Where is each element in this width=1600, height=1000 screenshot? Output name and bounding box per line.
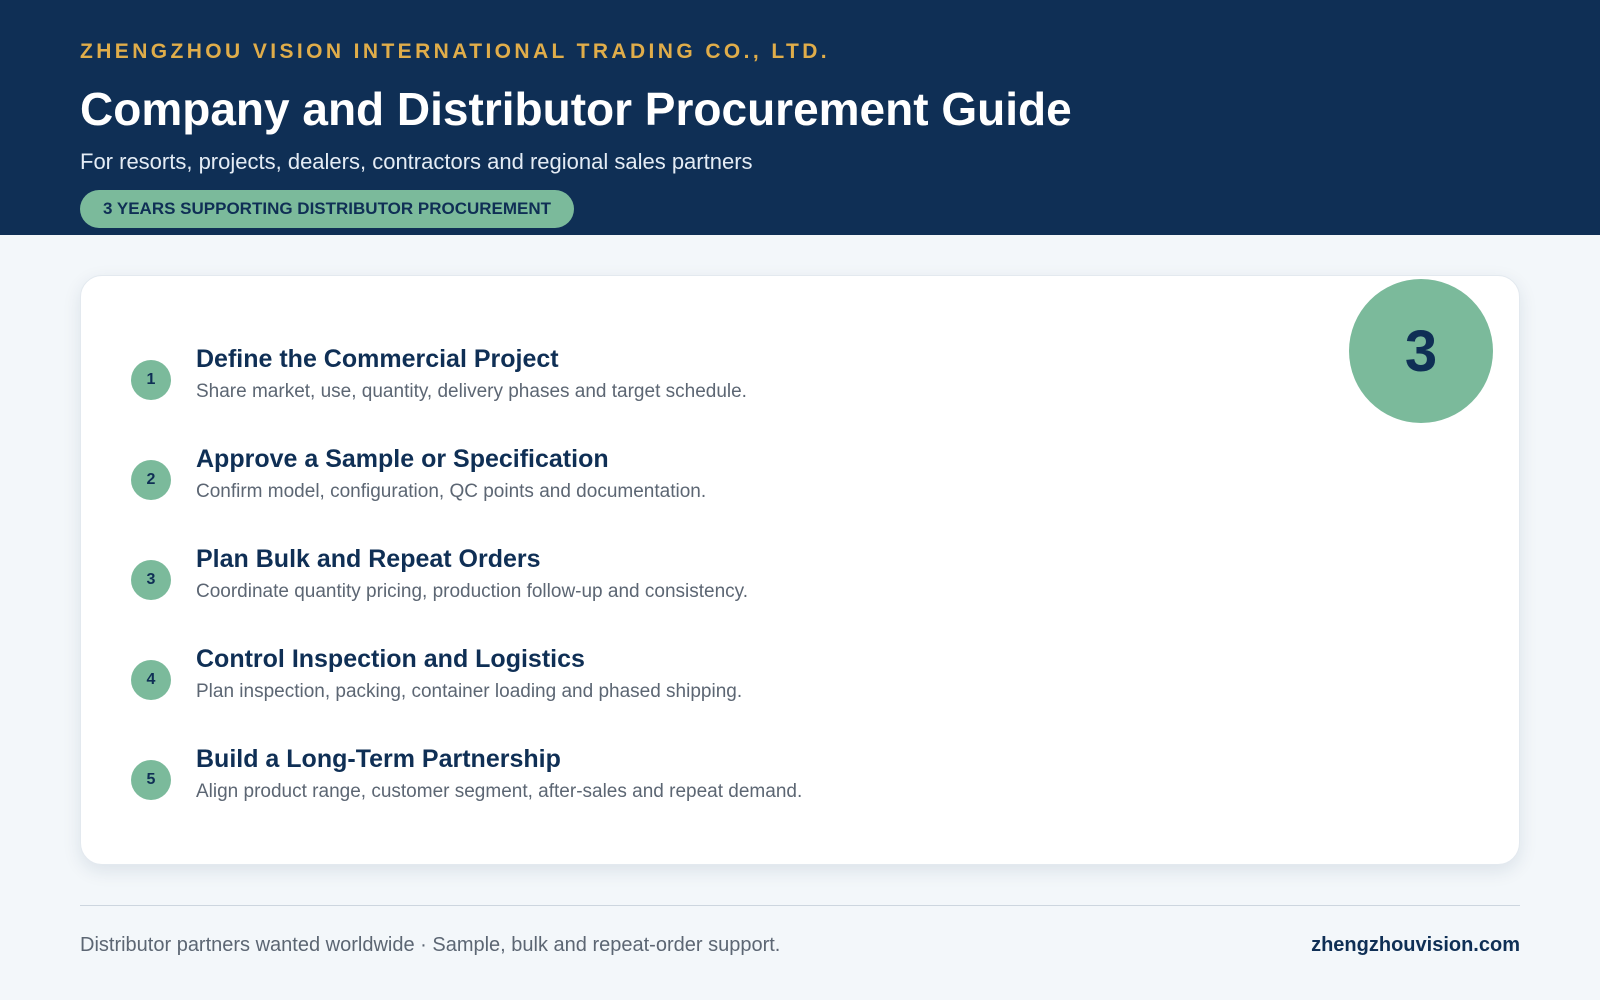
step-description: Share market, use, quantity, delivery ph…	[196, 381, 747, 402]
step-number: 1	[131, 360, 171, 400]
step-title: Define the Commercial Project	[196, 345, 559, 373]
footer-divider	[80, 905, 1520, 906]
page-subtitle: For resorts, projects, dealers, contract…	[80, 149, 753, 174]
footer-tagline: Distributor partners wanted worldwide · …	[80, 934, 781, 956]
step-item: 2 Approve a Sample or Specification Conf…	[131, 445, 1031, 531]
page-title: Company and Distributor Procurement Guid…	[80, 83, 1072, 135]
step-number: 4	[131, 660, 171, 700]
website-link[interactable]: zhengzhouvision.com	[1311, 934, 1520, 957]
step-item: 1 Define the Commercial Project Share ma…	[131, 345, 1031, 431]
step-number: 5	[131, 760, 171, 800]
step-description: Coordinate quantity pricing, production …	[196, 581, 749, 602]
step-description: Plan inspection, packing, container load…	[196, 681, 743, 702]
step-item: 4 Control Inspection and Logistics Plan …	[131, 645, 1031, 731]
step-number: 3	[131, 560, 171, 600]
step-number: 2	[131, 460, 171, 500]
header-banner: ZHENGZHOU VISION INTERNATIONAL TRADING C…	[0, 0, 1600, 235]
experience-badge: 3 YEARS SUPPORTING DISTRIBUTOR PROCUREME…	[80, 190, 575, 228]
step-title: Approve a Sample or Specification	[196, 445, 609, 473]
step-title: Build a Long-Term Partnership	[196, 745, 561, 773]
step-title: Control Inspection and Logistics	[196, 645, 585, 673]
steps-card: 3 1 Define the Commercial Project Share …	[80, 275, 1520, 865]
step-item: 5 Build a Long-Term Partnership Align pr…	[131, 745, 1031, 831]
step-title: Plan Bulk and Repeat Orders	[196, 545, 541, 573]
big-number-circle: 3	[1349, 279, 1493, 423]
step-item: 3 Plan Bulk and Repeat Orders Coordinate…	[131, 545, 1031, 631]
step-description: Confirm model, configuration, QC points …	[196, 481, 707, 502]
step-description: Align product range, customer segment, a…	[196, 781, 803, 802]
company-name: ZHENGZHOU VISION INTERNATIONAL TRADING C…	[80, 40, 831, 63]
